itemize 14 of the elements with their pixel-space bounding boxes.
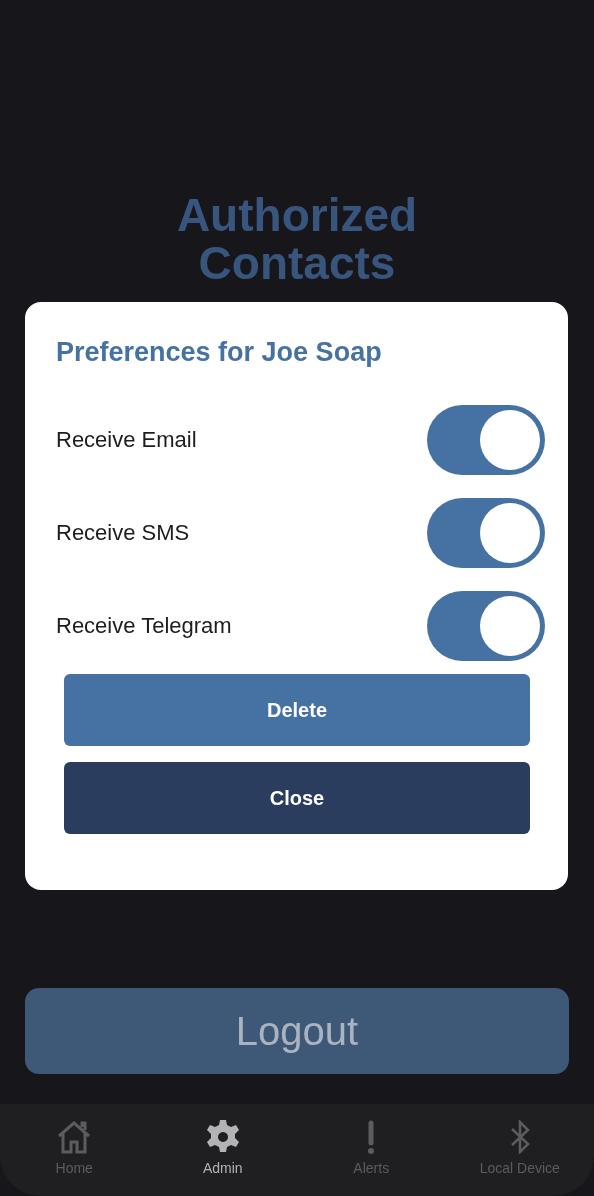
exclamation-icon	[367, 1119, 376, 1155]
tab[interactable]: Alerts	[297, 1104, 446, 1196]
toggle-label: Receive SMS	[56, 519, 190, 548]
page-title: Authorized Contacts	[175, 191, 419, 287]
delete-button[interactable]: Delete	[64, 674, 530, 747]
tab[interactable]: Local Device	[445, 1104, 594, 1196]
bluetooth-icon	[509, 1120, 530, 1154]
toggle-label: Receive Telegram	[56, 612, 232, 641]
logout-button[interactable]: Logout	[25, 988, 569, 1074]
close-button[interactable]: Close	[64, 762, 530, 835]
toggle-label: Receive Email	[56, 426, 197, 455]
dialog-title: Preferences for Joe Soap	[56, 336, 383, 369]
tab[interactable]: Admin	[148, 1104, 297, 1196]
tab[interactable]: Home	[0, 1104, 149, 1196]
